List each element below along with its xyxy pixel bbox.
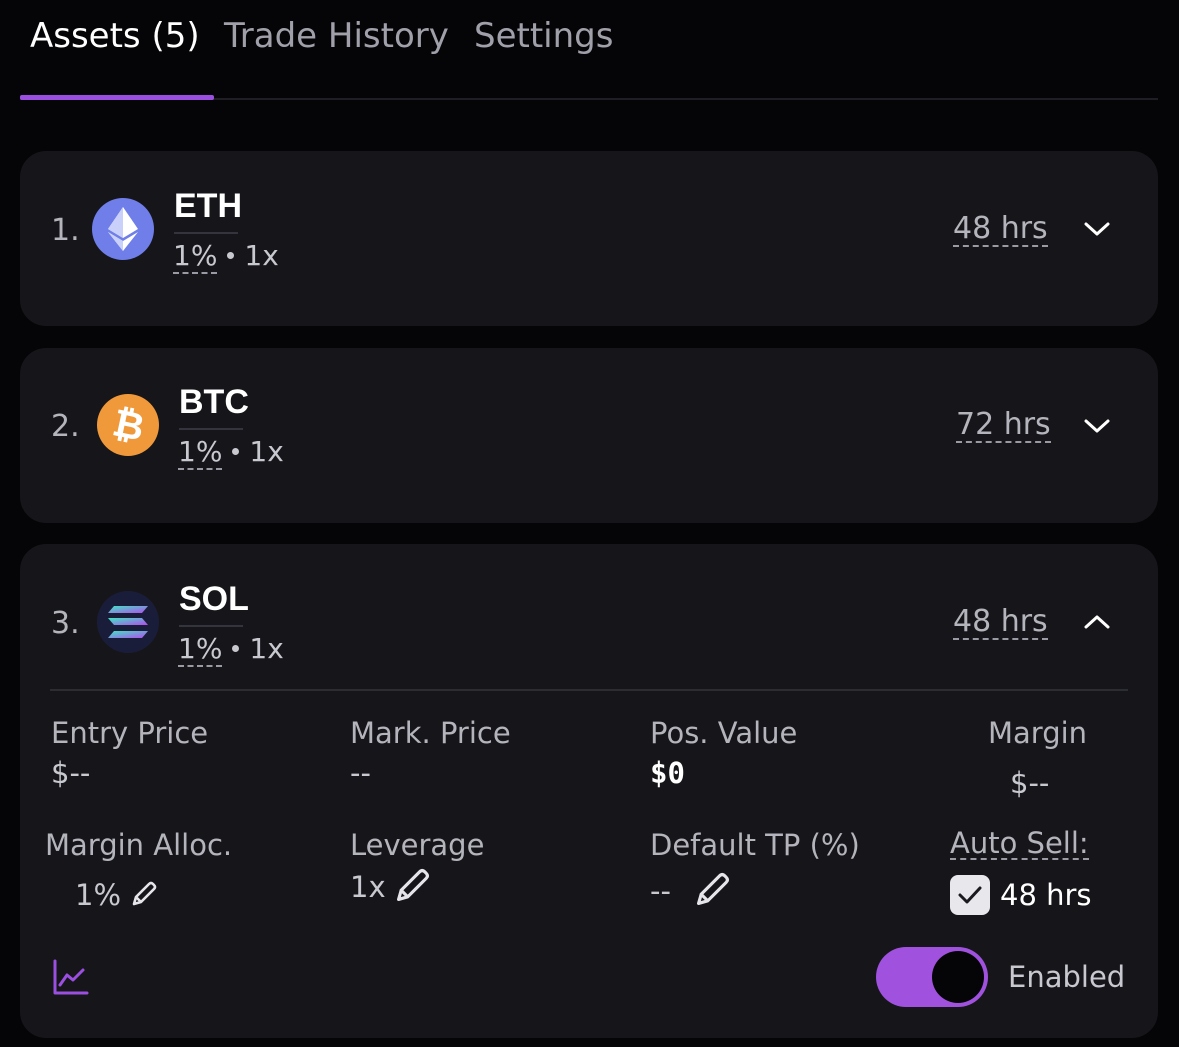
default-tp-label: Default TP (%) — [650, 828, 860, 862]
asset-symbol: BTC — [179, 383, 249, 421]
eth-icon — [92, 198, 154, 260]
asset-meta: 1% 1x — [178, 435, 284, 470]
edit-margin-alloc-pencil-icon[interactable] — [128, 878, 160, 910]
enabled-label: Enabled — [1008, 960, 1126, 994]
asset-leverage: 1x — [249, 435, 284, 468]
pos-value-label: Pos. Value — [650, 716, 798, 750]
tab-assets[interactable]: Assets (5) — [30, 16, 200, 56]
chevron-up-icon[interactable] — [1082, 612, 1112, 632]
asset-card-sol[interactable]: 3. SOL 1% 1x 48 hrs Entry Price $-- Mark.… — [20, 544, 1158, 1038]
asset-index: 3. — [51, 606, 80, 641]
asset-card-eth[interactable]: 1. ETH 1% 1x 48 hrs — [20, 151, 1158, 326]
asset-duration[interactable]: 72 hrs — [956, 409, 1051, 443]
toggle-knob — [932, 951, 984, 1003]
edit-default-tp-pencil-icon[interactable] — [692, 868, 734, 910]
mark-price-value: -- — [350, 756, 371, 790]
separator-dot — [232, 447, 240, 455]
asset-symbol: ETH — [174, 187, 242, 225]
symbol-underline — [179, 428, 243, 430]
asset-meta: 1% 1x — [178, 632, 284, 667]
chart-line-icon[interactable] — [52, 958, 90, 996]
chevron-down-icon[interactable] — [1082, 416, 1112, 436]
pos-value-value: $0 — [650, 756, 685, 790]
tab-bar: Assets (5) Trade History Settings — [20, 0, 1158, 100]
asset-alloc[interactable]: 1% — [173, 239, 218, 274]
leverage-value: 1x — [350, 870, 386, 904]
asset-duration[interactable]: 48 hrs — [953, 213, 1048, 247]
auto-sell-checkbox[interactable] — [950, 875, 990, 915]
separator-dot — [232, 644, 240, 652]
asset-alloc[interactable]: 1% — [178, 435, 223, 470]
asset-meta: 1% 1x — [173, 239, 279, 274]
sol-icon — [97, 591, 159, 653]
entry-price-label: Entry Price — [51, 716, 209, 750]
leverage-label: Leverage — [350, 828, 485, 862]
margin-label: Margin — [988, 716, 1088, 750]
asset-alloc[interactable]: 1% — [178, 632, 223, 667]
auto-sell-value: 48 hrs — [1000, 878, 1092, 912]
default-tp-value: -- — [650, 874, 671, 908]
symbol-underline — [174, 232, 238, 234]
checkmark-icon — [958, 886, 982, 904]
chevron-down-icon[interactable] — [1082, 219, 1112, 239]
asset-duration[interactable]: 48 hrs — [953, 606, 1048, 640]
active-tab-indicator — [20, 95, 214, 100]
enabled-toggle[interactable] — [876, 947, 988, 1007]
details-divider — [50, 689, 1128, 691]
tab-settings[interactable]: Settings — [474, 16, 613, 56]
margin-alloc-value: 1% — [75, 878, 122, 912]
asset-index: 2. — [51, 409, 80, 444]
asset-leverage: 1x — [244, 239, 279, 272]
btc-icon: ₿ — [97, 394, 159, 456]
mark-price-label: Mark. Price — [350, 716, 511, 750]
margin-alloc-label: Margin Alloc. — [45, 828, 233, 862]
tab-trade-history[interactable]: Trade History — [224, 16, 449, 56]
edit-leverage-pencil-icon[interactable] — [392, 864, 434, 906]
auto-sell-label[interactable]: Auto Sell: — [950, 828, 1089, 861]
asset-leverage: 1x — [249, 632, 284, 665]
entry-price-value: $-- — [51, 756, 91, 790]
symbol-underline — [179, 625, 243, 627]
asset-index: 1. — [51, 213, 80, 248]
margin-value: $-- — [1010, 766, 1050, 800]
asset-card-btc[interactable]: 2. ₿ BTC 1% 1x 72 hrs — [20, 348, 1158, 523]
separator-dot — [227, 251, 235, 259]
asset-symbol: SOL — [179, 580, 249, 618]
